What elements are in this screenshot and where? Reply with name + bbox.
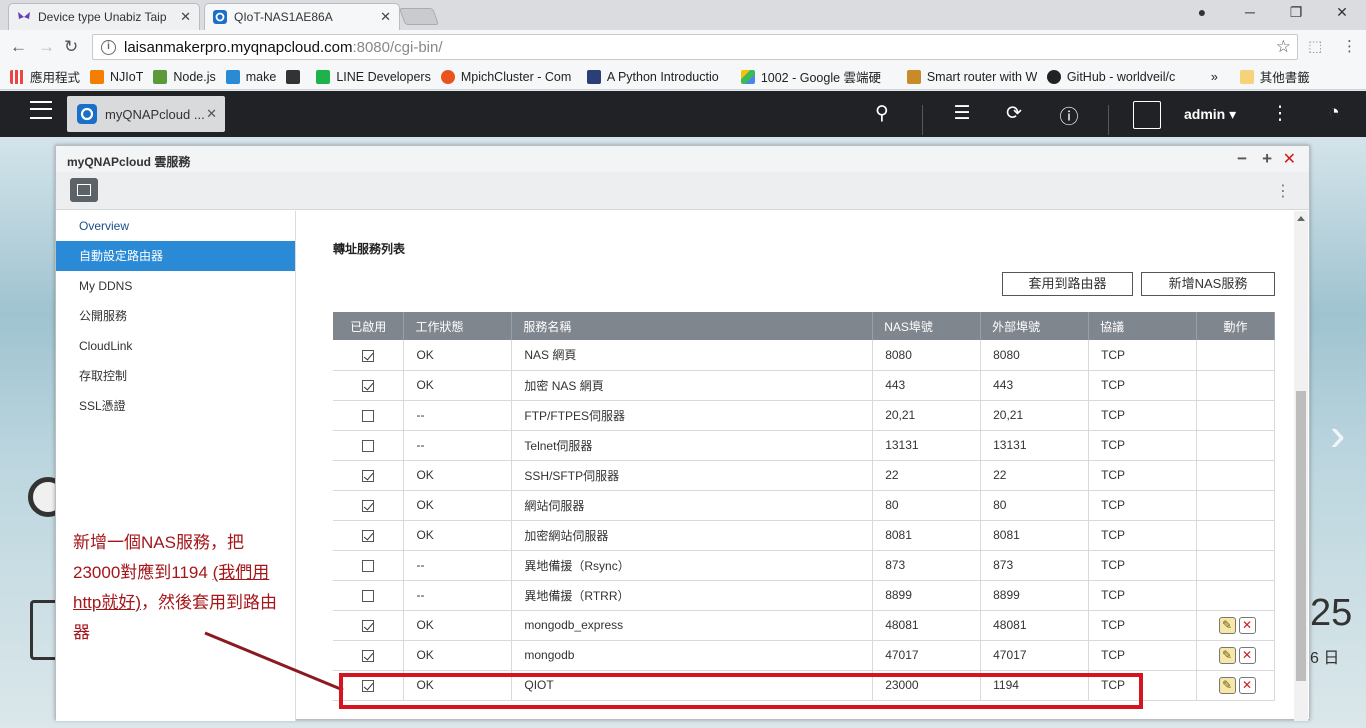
highlight-box (339, 673, 1143, 709)
annotation-arrow (204, 631, 344, 692)
